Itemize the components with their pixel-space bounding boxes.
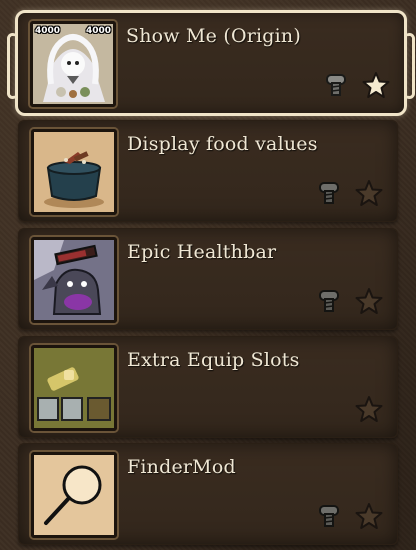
epic-healthbar-thumbnail-art	[34, 240, 114, 320]
mod-row-show-me[interactable]: 4000 4000 Show Me (Origin)	[7, 10, 415, 116]
star-icon[interactable]	[355, 287, 383, 315]
mod-title: Epic Healthbar	[127, 241, 277, 263]
mod-title: Extra Equip Slots	[127, 349, 300, 371]
mod-title: Show Me (Origin)	[126, 25, 301, 47]
mod-thumbnail	[31, 452, 117, 538]
mod-title: FinderMod	[127, 456, 236, 478]
mod-thumbnail: 4000 4000	[30, 21, 116, 107]
magnifying-glass-icon	[34, 455, 114, 535]
mod-icons	[315, 179, 383, 207]
mod-list: 4000 4000 Show Me (Origin) Display food …	[0, 0, 416, 550]
thumb-stat-left: 4000	[35, 26, 61, 36]
crock-pot-thumbnail-art	[34, 132, 114, 212]
screw-icon	[315, 502, 343, 530]
show-me-thumbnail-art	[33, 24, 113, 104]
screw-icon	[322, 71, 350, 99]
mod-row-findermod[interactable]: FinderMod	[18, 443, 398, 545]
mod-icons	[315, 502, 383, 530]
thumb-stat-right: 4000	[85, 26, 111, 36]
mod-thumbnail	[31, 237, 117, 323]
star-icon[interactable]	[355, 395, 383, 423]
star-icon[interactable]	[362, 71, 390, 99]
mod-row-display-food-values[interactable]: Display food values	[18, 120, 398, 222]
mod-thumbnail	[31, 129, 117, 215]
screw-icon	[315, 179, 343, 207]
mod-thumbnail	[31, 345, 117, 431]
mod-icons	[315, 287, 383, 315]
mod-row-epic-healthbar[interactable]: Epic Healthbar	[18, 228, 398, 330]
extra-equip-slots-thumbnail-art	[34, 348, 114, 428]
mod-row-extra-equip-slots[interactable]: Extra Equip Slots	[18, 336, 398, 438]
star-icon[interactable]	[355, 502, 383, 530]
mod-icons	[355, 395, 383, 423]
screw-icon	[315, 287, 343, 315]
mod-title: Display food values	[127, 133, 318, 155]
mod-icons	[322, 71, 390, 99]
star-icon[interactable]	[355, 179, 383, 207]
